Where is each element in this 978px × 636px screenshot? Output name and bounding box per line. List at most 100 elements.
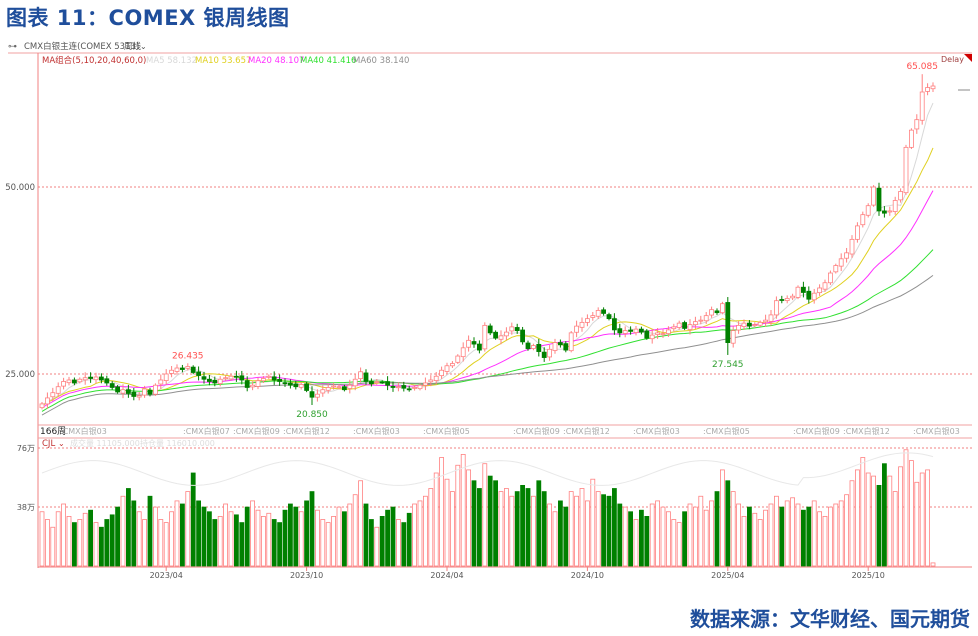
candle-up — [585, 318, 590, 323]
candle-up — [266, 375, 272, 378]
candle-down — [239, 375, 245, 381]
volume-bar — [120, 495, 126, 567]
x-tick-label: 2023/10 — [290, 571, 323, 580]
candle-down — [476, 343, 482, 351]
candle-up — [66, 379, 72, 384]
volume-bar — [536, 480, 542, 567]
volume-bar — [39, 511, 45, 567]
candle-down — [558, 342, 563, 346]
volume-bar — [61, 503, 66, 567]
volume-bar — [320, 519, 326, 567]
candle-down — [714, 310, 720, 314]
volume-bar — [266, 512, 272, 567]
volume-bar — [455, 464, 461, 567]
volume-bar — [909, 460, 914, 567]
candle-down — [806, 290, 812, 300]
volume-bar — [433, 472, 439, 567]
candle-up — [844, 252, 849, 259]
candle-up — [811, 292, 817, 301]
volume-bar — [395, 519, 401, 567]
contract-label: :CMX白银03 — [913, 426, 960, 436]
candle-up — [547, 348, 552, 358]
volume-bar — [239, 522, 245, 567]
candle-up — [374, 381, 380, 383]
candle-down — [282, 382, 288, 385]
cjl-selector[interactable]: CJL — [42, 439, 55, 449]
candle-down — [72, 379, 77, 384]
volume-bar — [471, 480, 477, 567]
volume-bar — [88, 509, 93, 567]
volume-bar — [919, 472, 925, 567]
candle-down — [109, 383, 115, 388]
ma5-legend: MA5 58.132 — [146, 56, 197, 66]
volume-bar — [179, 503, 185, 567]
candle-up — [687, 324, 693, 330]
volume-bar — [66, 516, 72, 567]
candle-up — [671, 326, 677, 330]
volume-bars — [39, 449, 936, 567]
volume-bar — [741, 516, 747, 567]
volume-bar — [72, 522, 77, 567]
volume-bar — [784, 500, 790, 567]
candle-up — [860, 214, 866, 226]
candle-up — [757, 321, 763, 326]
volume-bar — [158, 519, 164, 567]
instrument-label[interactable]: CMX白银主连(COMEX 5313) — [24, 41, 139, 52]
volume-bar — [547, 503, 552, 567]
volume-bar — [169, 511, 175, 567]
volume-bar — [104, 519, 110, 567]
volume-bar — [250, 500, 256, 567]
candle-down — [363, 372, 369, 382]
x-axis-ticks: 2023/04 2023/10 2024/04 2024/10 2025/04 2025/… — [150, 567, 885, 580]
volume-bar — [363, 503, 369, 567]
volume-bar — [174, 500, 180, 567]
volume-bar — [720, 469, 725, 567]
candle-up — [185, 366, 191, 369]
candle-down — [628, 329, 633, 332]
volume-bar — [309, 491, 315, 567]
volume-bar — [865, 472, 871, 567]
volume-bar — [612, 488, 617, 567]
candle-up — [736, 324, 741, 331]
candle-down — [201, 376, 207, 380]
candle-down — [131, 391, 137, 397]
volume-bar — [336, 506, 342, 567]
candle-up — [50, 392, 56, 398]
volume-bar — [568, 491, 574, 567]
delay-corner-icon — [964, 54, 972, 62]
volume-bar — [838, 500, 844, 567]
volume-bar — [385, 509, 391, 567]
volume-bar — [223, 503, 229, 567]
volume-bar — [466, 469, 472, 567]
volume-bar — [892, 491, 898, 567]
candle-up — [828, 272, 833, 284]
chevron-down-icon[interactable]: ⌄ — [140, 42, 147, 51]
volume-bar — [898, 466, 903, 567]
period-selector[interactable]: 周线 — [124, 41, 142, 52]
candle-up — [709, 309, 714, 316]
candle-up — [898, 191, 903, 201]
ma-group-selector[interactable]: MA组合(5,10,20,40,60,0) — [42, 55, 146, 66]
volume-bar — [687, 503, 693, 567]
volume-bar — [136, 511, 142, 567]
volume-bar — [644, 516, 650, 567]
volume-bar — [585, 500, 590, 567]
candle-down — [536, 343, 542, 352]
candle-down — [304, 383, 310, 391]
volume-bar — [887, 475, 893, 567]
volume-bar — [514, 491, 520, 567]
candle-up — [784, 298, 790, 301]
volume-bar — [822, 516, 828, 567]
volume-bar — [671, 519, 677, 567]
candle-up — [655, 332, 660, 335]
candle-down — [525, 342, 531, 349]
candle-up — [77, 378, 83, 383]
volume-bar — [503, 488, 509, 567]
candle-up — [579, 321, 585, 328]
chevron-down-icon[interactable]: ⌄ — [58, 439, 65, 448]
candle-up — [660, 333, 666, 336]
volume-bar — [304, 500, 310, 567]
contract-label: :CMX白银12 — [283, 426, 330, 436]
candle-down — [206, 378, 212, 382]
candle-up — [325, 387, 331, 391]
